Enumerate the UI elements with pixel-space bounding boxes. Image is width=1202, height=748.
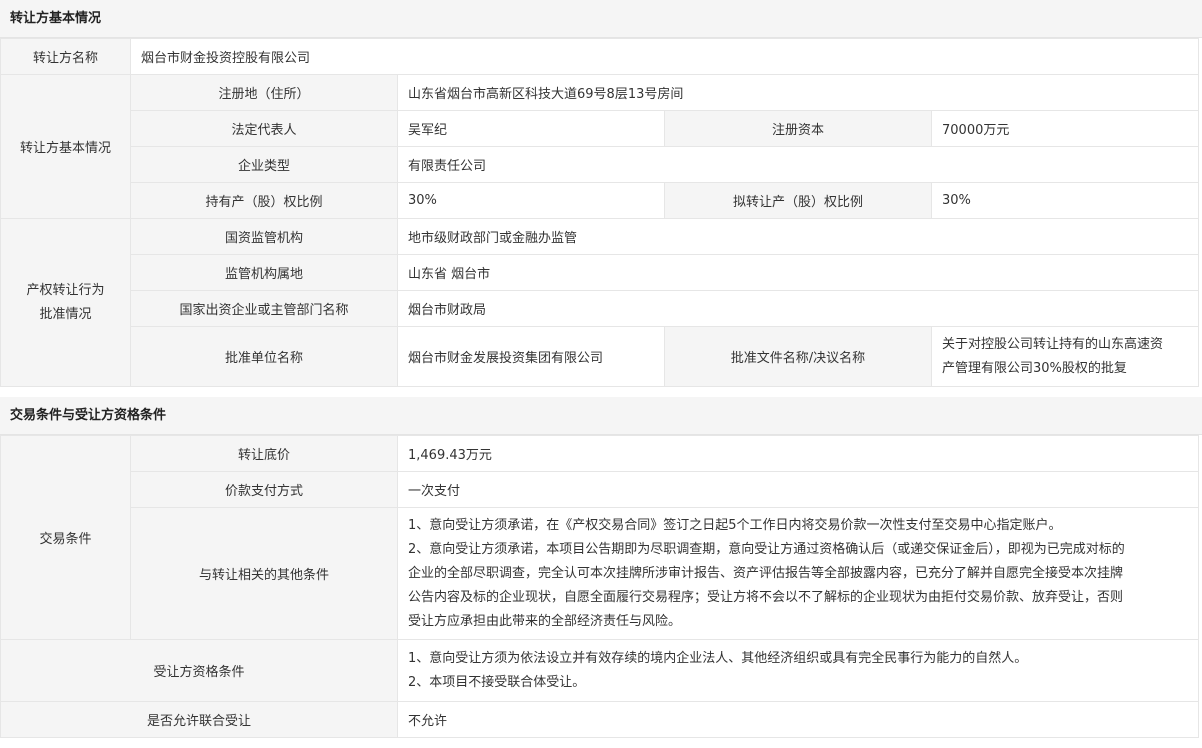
qualification-value: 1、意向受让方须为依法设立并有效存续的境内企业法人、其他经济组织或具有完全民事行… [397,639,1199,702]
transferor-name-value: 烟台市财金投资控股有限公司 [129,38,1200,75]
approval-doc-value-line1: 关于对控股公司转让持有的山东高速资 [942,336,1164,352]
joint-value: 不允许 [397,701,1199,738]
other-cond-label: 与转让相关的其他条件 [130,507,398,640]
section-gap [0,387,1202,397]
row-supervisor: 产权转让行为 批准情况 国资监管机构 地市级财政部门或金融办监管 [0,218,1200,387]
supervisor-label: 国资监管机构 [130,218,398,255]
row-reg-addr: 转让方基本情况 注册地（住所） 山东省烟台市高新区科技大道69号8层13号房间 [0,74,1200,219]
reg-capital-label: 注册资本 [664,110,932,147]
qualification-label: 受让方资格条件 [0,639,398,702]
approver-value: 烟台市财金发展投资集团有限公司 [397,326,665,387]
transfer-ratio-label: 拟转让产（股）权比例 [664,182,932,219]
supervisor-value: 地市级财政部门或金融办监管 [396,218,1200,255]
supervisor-loc-value: 山东省 烟台市 [396,254,1200,291]
basic-group-label: 转让方基本情况 [0,74,131,219]
dept-value: 烟台市财政局 [396,290,1200,327]
transferor-name-label: 转让方名称 [0,38,131,75]
trade-conditions-table: 交易条件 转让底价 1,469.43万元 价款支付方式 一次支付 与转让相关的其… [0,435,1199,738]
other-cond-line: 受让方应承担由此带来的全部经济责任与风险。 [408,613,682,629]
legal-rep-label: 法定代表人 [130,110,398,147]
qualification-line: 1、意向受让方须为依法设立并有效存续的境内企业法人、其他经济组织或具有完全民事行… [408,650,1028,666]
other-cond-value: 1、意向受让方须承诺，在《产权交易合同》签订之日起5个工作日内将交易价款一次性支… [397,507,1199,640]
approval-group-label: 产权转让行为 批准情况 [0,218,131,387]
approval-group-label-line2: 批准情况 [39,306,92,322]
company-type-value: 有限责任公司 [396,146,1200,183]
row-company-type: 企业类型 有限责任公司 [1,146,1200,183]
reg-addr-label: 注册地（住所） [130,74,398,111]
row-joint-transfer: 是否允许联合受让 不允许 [0,701,1199,738]
approval-doc-value: 关于对控股公司转让持有的山东高速资 产管理有限公司30%股权的批复 [930,326,1200,387]
payment-label: 价款支付方式 [130,471,398,508]
base-price-value: 1,469.43万元 [397,435,1199,472]
row-qualification: 受让方资格条件 1、意向受让方须为依法设立并有效存续的境内企业法人、其他经济组织… [0,639,1199,702]
transfer-ratio-value: 30% [930,182,1200,219]
row-payment: 价款支付方式 一次支付 [1,471,1199,508]
row-legal-rep: 法定代表人 吴军纪 注册资本 70000万元 [1,110,1200,147]
row-transferor-name: 转让方名称 烟台市财金投资控股有限公司 [0,38,1200,75]
base-price-label: 转让底价 [130,435,398,472]
trade-group-label: 交易条件 [0,435,131,640]
row-holding-ratio: 持有产（股）权比例 30% 拟转让产（股）权比例 30% [1,182,1200,219]
approval-doc-value-line2: 产管理有限公司30%股权的批复 [942,360,1127,376]
qualification-line: 2、本项目不接受联合体受让。 [408,674,586,690]
approval-group-label-line1: 产权转让行为 [26,282,105,298]
section-title-transferor: 转让方基本情况 [0,0,1202,38]
joint-label: 是否允许联合受让 [0,701,398,738]
payment-value: 一次支付 [397,471,1199,508]
other-cond-line: 公告内容及标的企业现状，自愿全面履行交易程序；受让方将不会以不了解标的企业现状为… [408,589,1124,605]
section-title-trade-conditions: 交易条件与受让方资格条件 [0,397,1202,435]
reg-addr-value: 山东省烟台市高新区科技大道69号8层13号房间 [396,74,1200,111]
other-cond-line: 2、意向受让方须承诺，本项目公告期即为尽职调查期，意向受让方通过资格确认后（或递… [408,541,1125,557]
dept-label: 国家出资企业或主管部门名称 [130,290,398,327]
other-cond-line: 1、意向受让方须承诺，在《产权交易合同》签订之日起5个工作日内将交易价款一次性支… [408,517,1062,533]
transferor-table: 转让方名称 烟台市财金投资控股有限公司 转让方基本情况 注册地（住所） 山东省烟… [0,38,1200,387]
row-other-conditions: 与转让相关的其他条件 1、意向受让方须承诺，在《产权交易合同》签订之日起5个工作… [1,507,1199,640]
other-cond-line: 企业的全部尽职调查，完全认可本次挂牌所涉审计报告、资产评估报告等全部披露内容，已… [408,565,1124,581]
holding-ratio-value: 30% [397,182,665,219]
legal-rep-value: 吴军纪 [397,110,665,147]
reg-capital-value: 70000万元 [930,110,1200,147]
row-base-price: 交易条件 转让底价 1,469.43万元 [0,435,1199,640]
supervisor-loc-label: 监管机构属地 [130,254,398,291]
company-type-label: 企业类型 [130,146,398,183]
approval-doc-label: 批准文件名称/决议名称 [664,326,932,387]
row-dept: 国家出资企业或主管部门名称 烟台市财政局 [1,290,1200,327]
approver-label: 批准单位名称 [130,326,398,387]
page: 转让方基本情况 转让方名称 烟台市财金投资控股有限公司 转让方基本情况 注册地（… [0,0,1202,738]
row-approver: 批准单位名称 烟台市财金发展投资集团有限公司 批准文件名称/决议名称 关于对控股… [1,326,1200,387]
holding-ratio-label: 持有产（股）权比例 [130,182,398,219]
row-supervisor-loc: 监管机构属地 山东省 烟台市 [1,254,1200,291]
